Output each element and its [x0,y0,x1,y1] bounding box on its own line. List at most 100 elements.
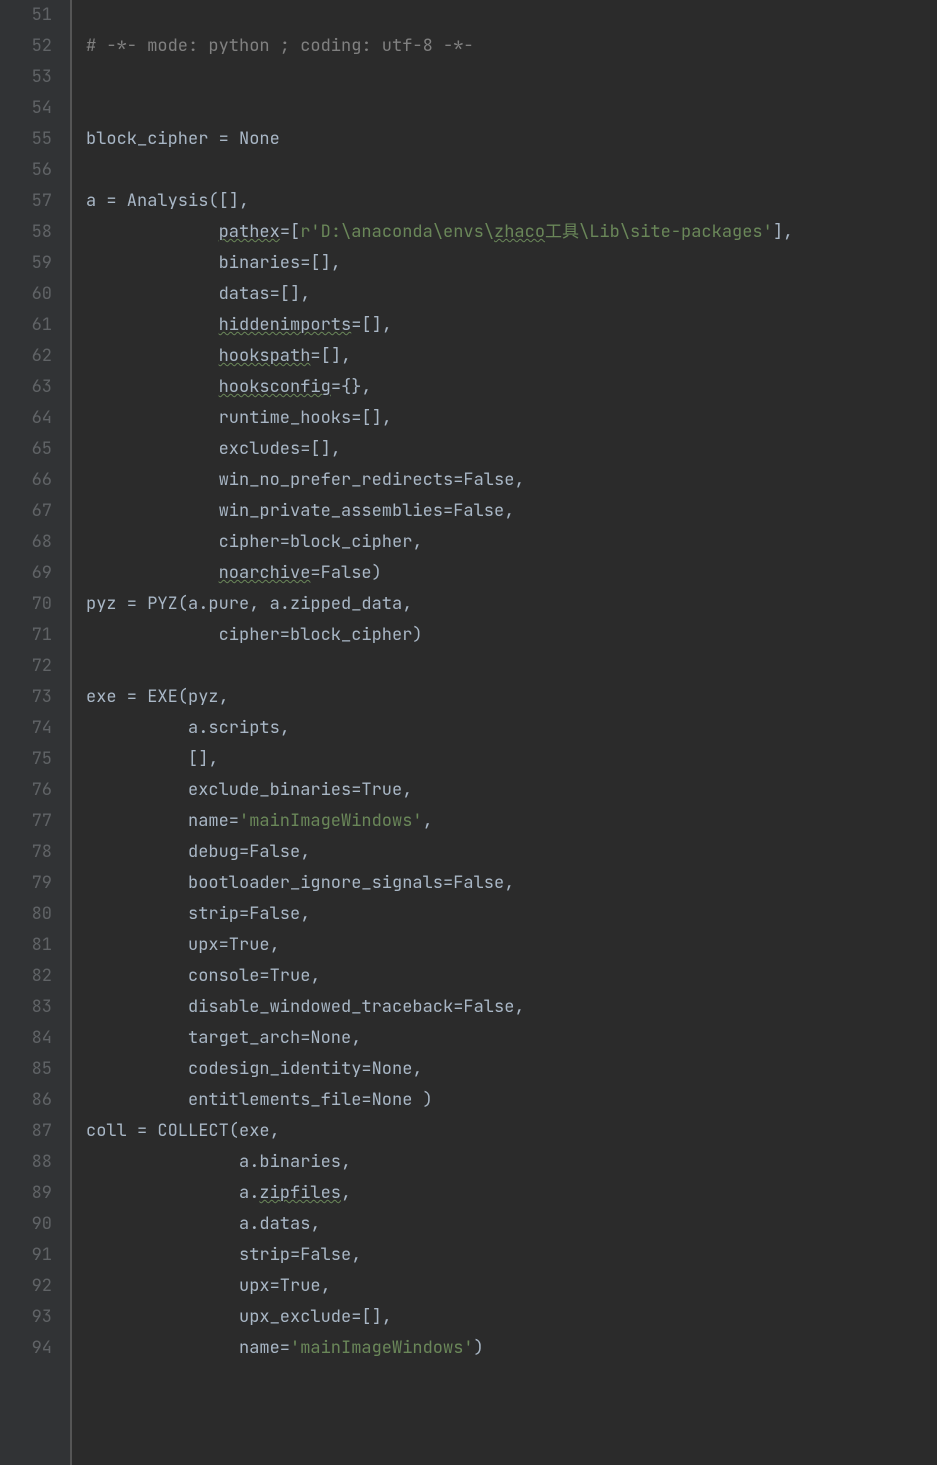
code-line[interactable]: upx=True, [86,1271,937,1302]
code-token: binaries=[], [86,252,341,274]
code-line[interactable]: # -*- mode: python ; coding: utf-8 -*- [86,31,937,62]
code-line[interactable]: block_cipher = None [86,124,937,155]
code-token: strip=False, [86,1244,361,1266]
line-number: 80 [0,899,52,930]
code-line[interactable] [86,155,937,186]
code-token: a. [86,1182,259,1204]
line-number: 54 [0,93,52,124]
line-number: 82 [0,961,52,992]
line-number: 72 [0,651,52,682]
code-line[interactable]: codesign_identity=None, [86,1054,937,1085]
code-line[interactable]: hookspath=[], [86,341,937,372]
code-line[interactable]: coll = COLLECT(exe, [86,1116,937,1147]
line-number: 81 [0,930,52,961]
line-number: 91 [0,1240,52,1271]
code-line[interactable]: strip=False, [86,899,937,930]
line-number: 89 [0,1178,52,1209]
code-line[interactable]: a.datas, [86,1209,937,1240]
code-token: exclude_binaries=True, [86,779,412,801]
line-number: 67 [0,496,52,527]
code-line[interactable]: bootloader_ignore_signals=False, [86,868,937,899]
code-line[interactable]: cipher=block_cipher) [86,620,937,651]
code-line[interactable] [86,62,937,93]
code-token: hookspath [219,345,311,367]
line-number: 61 [0,310,52,341]
code-token: target_arch=None, [86,1027,361,1049]
line-number: 73 [0,682,52,713]
code-line[interactable]: pyz = PYZ(a.pure, a.zipped_data, [86,589,937,620]
line-number: 93 [0,1302,52,1333]
code-token: entitlements_file=None ) [86,1089,433,1111]
code-token: , [341,1182,351,1204]
code-token: zhaco [494,221,545,243]
line-number: 65 [0,434,52,465]
code-token [86,562,219,584]
code-line[interactable]: entitlements_file=None ) [86,1085,937,1116]
code-token: zipfiles [259,1182,341,1204]
code-token: , [423,810,433,832]
code-token: name= [86,810,239,832]
code-line[interactable]: disable_windowed_traceback=False, [86,992,937,1023]
code-line[interactable]: upx_exclude=[], [86,1302,937,1333]
line-number: 59 [0,248,52,279]
code-token: # -*- mode: python ; coding: utf-8 -*- [86,35,474,57]
code-token: codesign_identity=None, [86,1058,423,1080]
code-line[interactable]: noarchive=False) [86,558,937,589]
line-number: 69 [0,558,52,589]
code-line[interactable]: name='mainImageWindows', [86,806,937,837]
code-line[interactable]: upx=True, [86,930,937,961]
code-line[interactable]: excludes=[], [86,434,937,465]
code-line[interactable]: [], [86,744,937,775]
code-line[interactable]: win_private_assemblies=False, [86,496,937,527]
code-line[interactable]: hooksconfig={}, [86,372,937,403]
code-line[interactable]: a = Analysis([], [86,186,937,217]
line-number: 53 [0,62,52,93]
code-line[interactable] [86,93,937,124]
code-line[interactable] [86,651,937,682]
line-number: 92 [0,1271,52,1302]
line-number: 74 [0,713,52,744]
code-line[interactable]: binaries=[], [86,248,937,279]
line-number: 88 [0,1147,52,1178]
line-number: 78 [0,837,52,868]
code-line[interactable]: a.zipfiles, [86,1178,937,1209]
line-number: 77 [0,806,52,837]
line-number: 85 [0,1054,52,1085]
code-line[interactable] [86,0,937,31]
line-number: 57 [0,186,52,217]
code-line[interactable]: name='mainImageWindows') [86,1333,937,1364]
code-line[interactable]: runtime_hooks=[], [86,403,937,434]
code-token: a = Analysis([], [86,190,249,212]
code-line[interactable]: strip=False, [86,1240,937,1271]
line-number: 79 [0,868,52,899]
code-token: =False) [310,562,381,584]
code-token: pyz = PYZ(a.pure, a.zipped_data, [86,593,412,615]
line-number-gutter: 5152535455565758596061626364656667686970… [0,0,70,1465]
line-number: 58 [0,217,52,248]
code-area[interactable]: # -*- mode: python ; coding: utf-8 -*- b… [72,0,937,1465]
line-number: 60 [0,279,52,310]
code-line[interactable]: pathex=[r'D:\anaconda\envs\zhaco工具\Lib\s… [86,217,937,248]
code-line[interactable]: debug=False, [86,837,937,868]
code-line[interactable]: a.scripts, [86,713,937,744]
code-line[interactable]: exclude_binaries=True, [86,775,937,806]
code-token: coll = COLLECT(exe, [86,1120,280,1142]
line-number: 64 [0,403,52,434]
code-line[interactable]: exe = EXE(pyz, [86,682,937,713]
code-line[interactable]: win_no_prefer_redirects=False, [86,465,937,496]
code-token: 'mainImageWindows' [239,810,423,832]
code-line[interactable]: console=True, [86,961,937,992]
code-line[interactable]: cipher=block_cipher, [86,527,937,558]
code-line[interactable]: a.binaries, [86,1147,937,1178]
code-editor: 5152535455565758596061626364656667686970… [0,0,937,1465]
code-line[interactable]: target_arch=None, [86,1023,937,1054]
line-number: 83 [0,992,52,1023]
code-line[interactable]: hiddenimports=[], [86,310,937,341]
code-token: bootloader_ignore_signals=False, [86,872,514,894]
code-token: upx_exclude=[], [86,1306,392,1328]
code-line[interactable]: datas=[], [86,279,937,310]
code-token: datas=[], [86,283,310,305]
line-number: 56 [0,155,52,186]
code-token: hooksconfig [219,376,331,398]
code-token: name= [86,1337,290,1359]
